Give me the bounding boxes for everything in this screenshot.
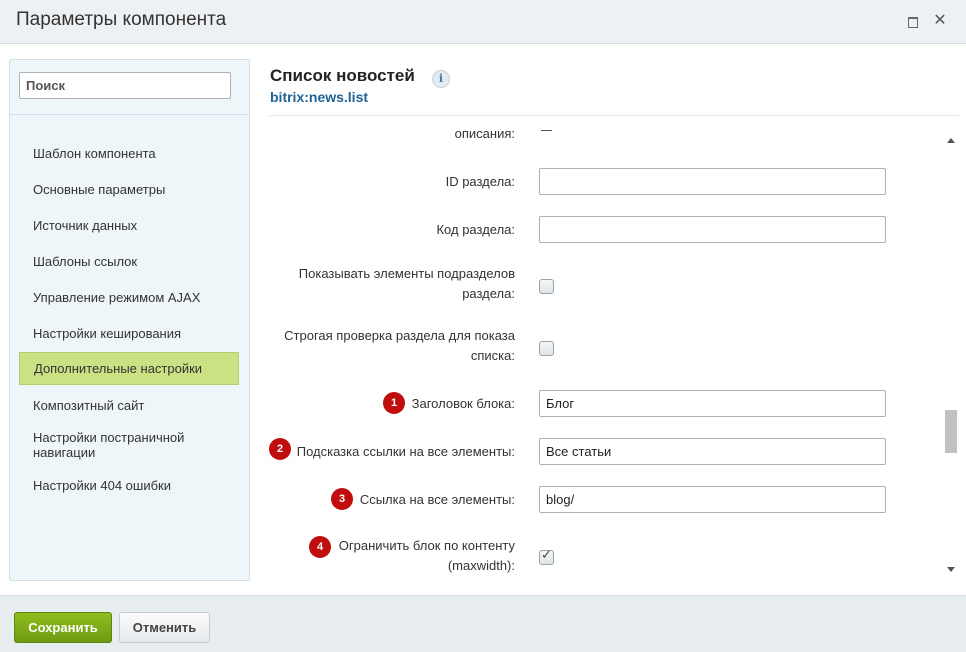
field-label-section-code: Код раздела: — [436, 222, 515, 237]
sidebar-item-main-params[interactable]: Основные параметры — [10, 171, 249, 207]
component-code: bitrix:news.list — [270, 89, 369, 105]
sidebar-item-additional-settings[interactable]: Дополнительные настройки — [19, 352, 239, 385]
sidebar-nav: Шаблон компонента Основные параметры Ист… — [10, 135, 249, 503]
sidebar: Шаблон компонента Основные параметры Ист… — [9, 59, 250, 581]
scroll-down-icon[interactable] — [947, 567, 955, 572]
field-label-all-link-hint: Подсказка ссылки на все элементы: — [296, 444, 515, 459]
section-code-input[interactable] — [539, 216, 886, 243]
label-line: Ограничить блок по контенту — [338, 538, 515, 553]
scroll-thumb[interactable] — [945, 410, 957, 453]
window-title: Параметры компонента — [16, 9, 227, 30]
dialog-content: Шаблон компонента Основные параметры Ист… — [0, 44, 966, 595]
step-badge-4: 4 — [309, 536, 331, 558]
sidebar-item-link-templates[interactable]: Шаблоны ссылок — [10, 243, 249, 279]
window-titlebar: Параметры компонента ✕ — [0, 0, 966, 44]
sidebar-item-data-source[interactable]: Источник данных — [10, 207, 249, 243]
label-line: (maxwidth): — [447, 558, 515, 573]
field-label-section-id: ID раздела: — [445, 174, 515, 189]
block-title-input[interactable] — [539, 390, 886, 417]
form-scrollbar[interactable] — [944, 132, 959, 578]
all-link-input[interactable] — [539, 486, 886, 513]
sidebar-item-ajax[interactable]: Управление режимом AJAX — [10, 279, 249, 315]
info-icon[interactable]: i — [432, 70, 450, 88]
cancel-button[interactable]: Отменить — [119, 612, 210, 643]
section-id-input[interactable] — [539, 168, 886, 195]
label-line: Строгая проверка раздела для показа — [284, 328, 515, 343]
sidebar-item-cache[interactable]: Настройки кеширования — [10, 315, 249, 351]
search-input[interactable] — [19, 72, 231, 99]
save-button[interactable]: Сохранить — [14, 612, 112, 643]
settings-form: описания: ID раздела: Код раздела: Показ… — [260, 116, 944, 581]
label-line: списка: — [470, 348, 515, 363]
label-line: Показывать элементы подразделов — [298, 266, 515, 281]
step-badge-3: 3 — [331, 488, 353, 510]
field-label-strict-check: Строгая проверка раздела для показа спис… — [284, 326, 515, 366]
strict-check-checkbox[interactable] — [539, 341, 554, 356]
sidebar-item-template[interactable]: Шаблон компонента — [10, 135, 249, 171]
field-label-block-title: Заголовок блока: — [411, 396, 515, 411]
sidebar-item-composite[interactable]: Композитный сайт — [10, 387, 249, 423]
maximize-icon[interactable] — [906, 14, 920, 28]
show-subsections-checkbox[interactable] — [539, 279, 554, 294]
close-icon[interactable]: ✕ — [933, 13, 947, 29]
field-label-description: описания: — [454, 126, 515, 141]
sidebar-item-pagination[interactable]: Настройки постраничной навигации — [10, 423, 249, 467]
component-title: Список новостей — [270, 66, 415, 85]
sidebar-item-404[interactable]: Настройки 404 ошибки — [10, 467, 249, 503]
maxwidth-checkbox[interactable] — [539, 548, 554, 565]
scroll-up-icon[interactable] — [947, 138, 955, 143]
step-badge-1: 1 — [383, 392, 405, 414]
field-label-all-link: Ссылка на все элементы: — [359, 492, 515, 507]
field-label-show-subsections: Показывать элементы подразделов раздела: — [299, 264, 515, 304]
sidebar-search-area — [10, 60, 249, 115]
label-line: раздела: — [462, 286, 515, 301]
all-link-hint-input[interactable] — [539, 438, 886, 465]
field-value-dash — [541, 130, 552, 131]
field-label-maxwidth: Ограничить блок по контенту (maxwidth): — [339, 536, 515, 576]
dialog-footer: Сохранить Отменить — [0, 595, 966, 652]
step-badge-2: 2 — [269, 438, 291, 460]
